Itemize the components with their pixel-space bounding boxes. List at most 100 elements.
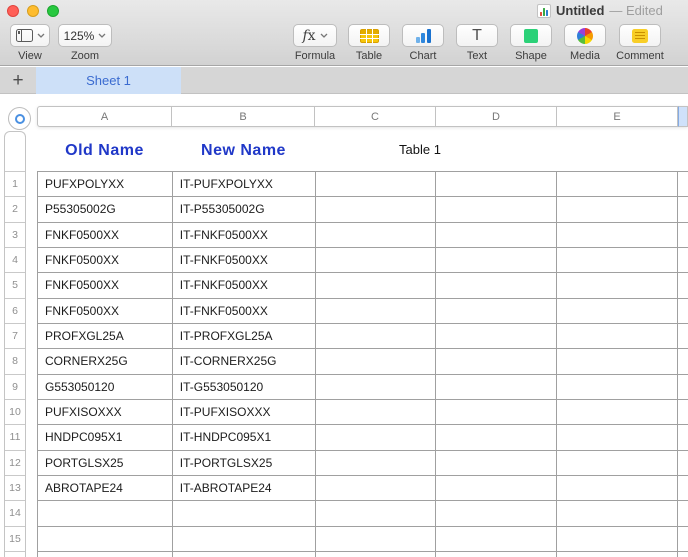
- row-number-15[interactable]: 15: [5, 527, 25, 552]
- cell[interactable]: [557, 476, 678, 501]
- column-header-B[interactable]: B: [172, 106, 315, 127]
- cell[interactable]: [316, 197, 437, 222]
- row-number-2[interactable]: 2: [5, 197, 25, 222]
- cell[interactable]: FNKF0500XX: [38, 248, 173, 273]
- cell[interactable]: [316, 527, 437, 552]
- chart-button[interactable]: [402, 24, 444, 47]
- formula-button[interactable]: fx: [293, 24, 337, 47]
- cell[interactable]: [316, 476, 437, 501]
- cell[interactable]: [436, 197, 557, 222]
- cell[interactable]: [678, 299, 688, 324]
- cell[interactable]: [678, 375, 688, 400]
- cell[interactable]: FNKF0500XX: [38, 273, 173, 298]
- cell[interactable]: [436, 248, 557, 273]
- cell[interactable]: [557, 501, 678, 526]
- column-header-A[interactable]: A: [37, 106, 172, 127]
- media-button[interactable]: [564, 24, 606, 47]
- add-sheet-button[interactable]: +: [0, 67, 36, 94]
- cell[interactable]: [557, 223, 678, 248]
- column-header-E[interactable]: E: [557, 106, 678, 127]
- cell[interactable]: [316, 248, 437, 273]
- cell[interactable]: IT-PUFXISOXXX: [173, 400, 316, 425]
- cell[interactable]: [316, 299, 437, 324]
- cell[interactable]: [678, 425, 688, 450]
- cell[interactable]: PROFXGL25A: [38, 324, 173, 349]
- row-number-12[interactable]: 12: [5, 451, 25, 476]
- cell[interactable]: IT-FNKF0500XX: [173, 248, 316, 273]
- row-number-4[interactable]: 4: [5, 248, 25, 273]
- sheet-tab-sheet1[interactable]: Sheet 1: [36, 67, 181, 94]
- cell[interactable]: [436, 273, 557, 298]
- cell[interactable]: [316, 324, 437, 349]
- cell[interactable]: [678, 400, 688, 425]
- cell[interactable]: [173, 501, 316, 526]
- header-cell-new-name[interactable]: New Name: [172, 131, 315, 171]
- cell[interactable]: [557, 527, 678, 552]
- cell[interactable]: [557, 425, 678, 450]
- row-number-5[interactable]: 5: [5, 273, 25, 298]
- cell[interactable]: [557, 400, 678, 425]
- cell[interactable]: [557, 172, 678, 197]
- cell[interactable]: IT-HNDPC095X1: [173, 425, 316, 450]
- cell[interactable]: CORNERX25G: [38, 349, 173, 374]
- table-title[interactable]: Table 1: [380, 142, 460, 157]
- row-number-7[interactable]: 7: [5, 324, 25, 349]
- cell[interactable]: [557, 375, 678, 400]
- cell[interactable]: [678, 248, 688, 273]
- cell[interactable]: ABROTAPE24: [38, 476, 173, 501]
- cell[interactable]: [316, 451, 437, 476]
- cell[interactable]: [678, 552, 688, 557]
- cell[interactable]: P55305002G: [38, 197, 173, 222]
- zoom-dropdown[interactable]: 125%: [58, 24, 112, 47]
- comment-button[interactable]: [619, 24, 661, 47]
- cell[interactable]: [316, 375, 437, 400]
- cell[interactable]: IT-P55305002G: [173, 197, 316, 222]
- shape-button[interactable]: [510, 24, 552, 47]
- cell[interactable]: [173, 552, 316, 557]
- cell[interactable]: [173, 527, 316, 552]
- cell[interactable]: [436, 527, 557, 552]
- cell[interactable]: PUFXISOXXX: [38, 400, 173, 425]
- row-number-6[interactable]: 6: [5, 299, 25, 324]
- cell[interactable]: G553050120: [38, 375, 173, 400]
- cell[interactable]: [316, 223, 437, 248]
- row-number-1[interactable]: 1: [5, 172, 25, 197]
- cell[interactable]: IT-G553050120: [173, 375, 316, 400]
- cell[interactable]: [316, 552, 437, 557]
- minimize-window-icon[interactable]: [27, 5, 39, 17]
- view-button[interactable]: [10, 24, 50, 47]
- cell[interactable]: PORTGLSX25: [38, 451, 173, 476]
- cell[interactable]: [316, 349, 437, 374]
- cell[interactable]: IT-FNKF0500XX: [173, 273, 316, 298]
- cell[interactable]: IT-PUFXPOLYXX: [173, 172, 316, 197]
- cell[interactable]: [678, 223, 688, 248]
- cell[interactable]: FNKF0500XX: [38, 299, 173, 324]
- cell[interactable]: [316, 172, 437, 197]
- row-number-14[interactable]: 14: [5, 501, 25, 526]
- cell[interactable]: [678, 197, 688, 222]
- column-header-partial[interactable]: [678, 106, 688, 127]
- cell[interactable]: [316, 501, 437, 526]
- cell[interactable]: [557, 552, 678, 557]
- cell[interactable]: [557, 273, 678, 298]
- cell[interactable]: [678, 451, 688, 476]
- cell[interactable]: FNKF0500XX: [38, 223, 173, 248]
- cell[interactable]: [436, 501, 557, 526]
- cell[interactable]: [38, 552, 173, 557]
- text-button[interactable]: T: [456, 24, 498, 47]
- cell[interactable]: IT-FNKF0500XX: [173, 299, 316, 324]
- row-number-3[interactable]: 3: [5, 223, 25, 248]
- fullscreen-window-icon[interactable]: [47, 5, 59, 17]
- cell[interactable]: [557, 324, 678, 349]
- cell[interactable]: [557, 349, 678, 374]
- cell[interactable]: [557, 197, 678, 222]
- cell[interactable]: [678, 172, 688, 197]
- cell[interactable]: [678, 273, 688, 298]
- cell[interactable]: HNDPC095X1: [38, 425, 173, 450]
- column-header-C[interactable]: C: [315, 106, 436, 127]
- cell[interactable]: [316, 425, 437, 450]
- cell[interactable]: [316, 273, 437, 298]
- close-window-icon[interactable]: [7, 5, 19, 17]
- cell[interactable]: [436, 476, 557, 501]
- row-number-13[interactable]: 13: [5, 476, 25, 501]
